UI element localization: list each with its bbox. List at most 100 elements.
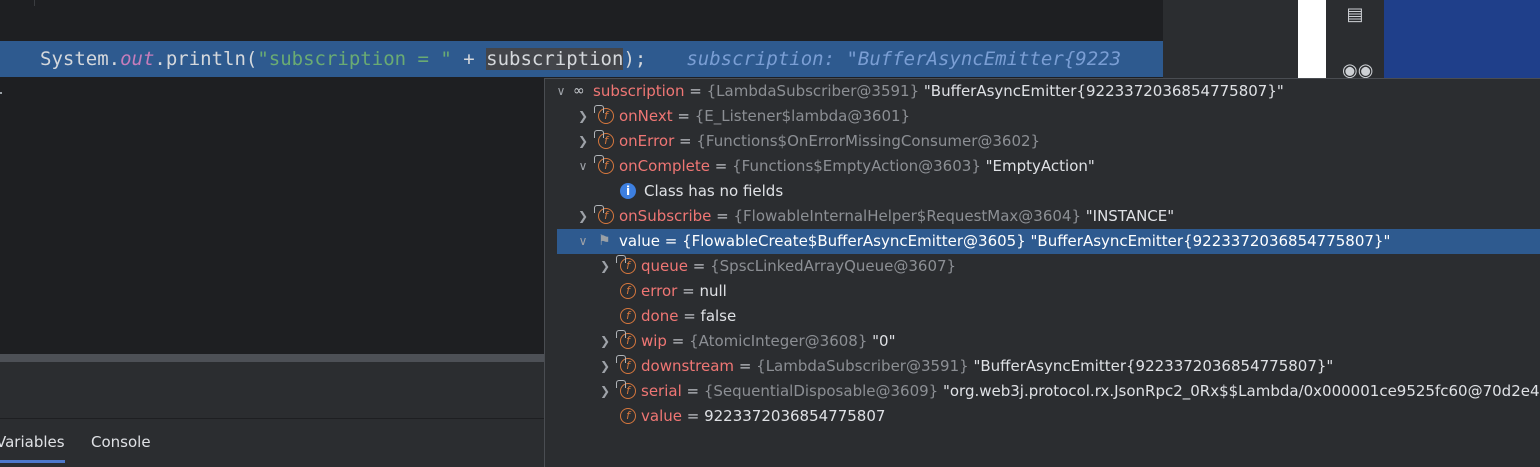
variable-name: onComplete (619, 157, 710, 175)
variable-row[interactable]: ❯ f serial = {SequentialDisposable@3609} "… (545, 379, 1540, 404)
variable-name: subscription (593, 82, 685, 100)
debug-tabs: Variables Console (0, 418, 545, 467)
variable-name: downstream (641, 357, 735, 375)
chevron-right-icon[interactable]: ❯ (598, 329, 612, 354)
variable-row[interactable]: f value = 9223372036854775807 (545, 404, 1540, 429)
variable-type: {E_Listener$lambda@3601} (694, 107, 911, 125)
variable-name: onNext (619, 107, 673, 125)
chevron-right-icon[interactable]: ❯ (598, 354, 612, 379)
tool-window-bar: ▤ ◉◉ (1326, 0, 1384, 81)
variable-row[interactable]: ❯ f onSubscribe = {FlowableInternalHelper$… (545, 204, 1540, 229)
variable-value: false (700, 307, 737, 325)
variable-row[interactable]: ❯ f queue = {SpscLinkedArrayQueue@3607} (545, 254, 1540, 279)
variable-inspector-popup[interactable]: ∨ ∞ subscription = {LambdaSubscriber@3591}… (544, 78, 1540, 467)
variable-value: null (699, 282, 727, 300)
variable-label: value = 9223372036854775807 (641, 404, 885, 429)
variable-label: Class has no fields (644, 179, 783, 204)
code-statement: System.out.println("subscription = " + s… (40, 41, 1121, 77)
variable-value: "BufferAsyncEmitter{9223372036854775807}… (923, 82, 1284, 100)
field-lock-icon: f (616, 355, 636, 374)
variable-type: {Functions$EmptyAction@3603} (732, 157, 986, 175)
horizontal-scrollbar[interactable] (0, 354, 545, 362)
variable-row[interactable]: ∨ ⚑ value = {FlowableCreate$BufferAsyncEmi… (557, 229, 1540, 254)
lock-icon (616, 255, 626, 263)
lock-icon (594, 155, 604, 163)
variable-name: done (641, 307, 679, 325)
variable-label: subscription = {LambdaSubscriber@3591} "… (593, 79, 1284, 104)
lock-icon (616, 330, 626, 338)
variable-row[interactable]: f error = null (545, 279, 1540, 304)
variable-row[interactable]: ❯ f downstream = {LambdaSubscriber@3591} "… (545, 354, 1540, 379)
variable-type: {LambdaSubscriber@3591} (706, 82, 924, 100)
code-token: System. (40, 48, 121, 70)
chevron-right-icon[interactable]: ❯ (598, 379, 612, 404)
variable-label: error = null (641, 279, 727, 304)
lock-icon (616, 355, 626, 363)
code-token-variable[interactable]: subscription (486, 48, 624, 70)
equals-sign: = (711, 207, 734, 225)
desktop-background (1384, 0, 1540, 80)
variable-row[interactable]: ∨ ∞ subscription = {LambdaSubscriber@3591}… (545, 79, 1540, 104)
variable-label: queue = {SpscLinkedArrayQueue@3607} (641, 254, 956, 279)
variable-name: serial (641, 382, 682, 400)
chevron-right-icon[interactable]: ❯ (576, 129, 590, 154)
field-icon: f (620, 308, 636, 324)
code-token: + (451, 48, 487, 70)
watch-icon: ∞ (573, 83, 585, 99)
field-lock-icon: f (616, 330, 636, 349)
variable-row[interactable]: f done = false (545, 304, 1540, 329)
variable-label: wip = {AtomicInteger@3608} "0" (641, 329, 896, 354)
equals-sign: = (678, 307, 701, 325)
variable-value: "0" (872, 332, 896, 350)
variable-row[interactable]: ∨ f onComplete = {Functions$EmptyAction@36… (545, 154, 1540, 179)
equals-sign: = (709, 157, 733, 175)
variable-label: onSubscribe = {FlowableInternalHelper$Re… (619, 204, 1174, 229)
variable-value: "EmptyAction" (985, 157, 1095, 175)
variable-label: done = false (641, 304, 736, 329)
variable-type: {FlowableInternalHelper$RequestMax@3604} (733, 207, 1086, 225)
field-lock-icon: f (594, 155, 614, 174)
equals-sign: = (666, 332, 690, 350)
variable-type: {SpscLinkedArrayQueue@3607} (710, 257, 957, 275)
equals-sign: = (681, 382, 704, 400)
equals-sign: = (688, 257, 711, 275)
info-row[interactable]: i Class has no fields (545, 179, 1540, 204)
gutter-divider (34, 0, 35, 6)
variable-type: {Functions$OnErrorMissingConsumer@3602} (696, 132, 1041, 150)
tab-variables[interactable]: Variables (0, 433, 65, 463)
variable-value: 9223372036854775807 (704, 407, 886, 425)
chevron-right-icon[interactable]: ❯ (576, 204, 590, 229)
current-execution-line[interactable]: System.out.println("subscription = " + s… (0, 41, 1163, 77)
variable-name: queue (641, 257, 688, 275)
chevron-down-icon[interactable]: ∨ (576, 154, 590, 179)
notes-icon[interactable]: ▤ (1342, 4, 1368, 26)
variable-row[interactable]: ❯ f wip = {AtomicInteger@3608} "0" (545, 329, 1540, 354)
chevron-down-icon[interactable]: ∨ (576, 229, 590, 254)
field-lock-icon: f (616, 380, 636, 399)
code-token-field: out (120, 48, 155, 70)
code-token: ); (623, 48, 647, 70)
chevron-right-icon[interactable]: ❯ (576, 104, 590, 129)
inline-debug-value: subscription: "BufferAsyncEmitter{9223 (686, 48, 1122, 70)
equals-sign: = (734, 357, 757, 375)
chevron-down-icon[interactable]: ∨ (554, 79, 568, 104)
field-lock-icon: f (594, 205, 614, 224)
equals-sign: = (681, 407, 705, 425)
tab-console[interactable]: Console (91, 433, 151, 451)
variable-type: {AtomicInteger@3608} (689, 332, 873, 350)
equals-sign: = (677, 282, 700, 300)
variable-label: onNext = {E_Listener$lambda@3601} (619, 104, 910, 129)
variable-row[interactable]: ❯ f onError = {Functions$OnErrorMissingCon… (545, 129, 1540, 154)
variable-label: downstream = {LambdaSubscriber@3591} "Bu… (641, 354, 1333, 379)
variable-name: onError (619, 132, 675, 150)
chevron-right-icon[interactable]: ❯ (598, 254, 612, 279)
variable-name: error (641, 282, 678, 300)
lock-icon (594, 105, 604, 113)
variable-value: "BufferAsyncEmitter{9223372036854775807}… (1030, 232, 1391, 250)
field-lock-icon: f (616, 255, 636, 274)
variable-type: {FlowableCreate$BufferAsyncEmitter@3605} (682, 232, 1031, 250)
variable-label: serial = {SequentialDisposable@3609} "or… (641, 379, 1540, 404)
variable-name: wip (641, 332, 667, 350)
variable-row[interactable]: ❯ f onNext = {E_Listener$lambda@3601} (545, 104, 1540, 129)
variable-label: value = {FlowableCreate$BufferAsyncEmitt… (619, 229, 1390, 254)
